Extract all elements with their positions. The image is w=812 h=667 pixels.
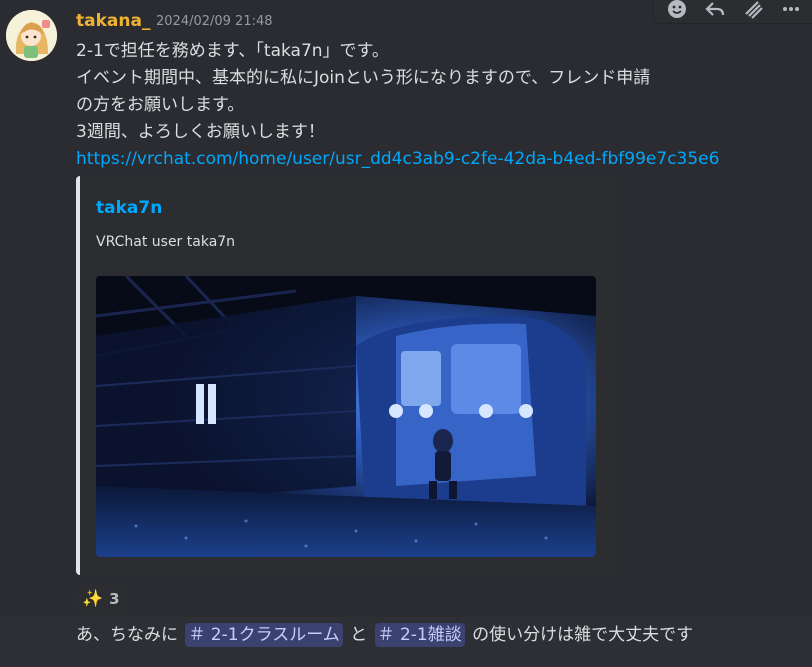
next-message-prefix: あ、ちなみに bbox=[76, 625, 178, 645]
message-line: 2-1で担任を務めます、「taka7n」です。 bbox=[76, 41, 389, 61]
avatar-image bbox=[6, 10, 57, 61]
next-message-middle: と bbox=[350, 625, 368, 645]
link-embed: taka7n VRChat user taka7n bbox=[76, 176, 616, 575]
embed-image[interactable] bbox=[96, 276, 596, 557]
message-timestamp: 2024/02/09 21:48 bbox=[156, 14, 273, 29]
embed-title[interactable]: taka7n bbox=[96, 198, 162, 218]
reaction-count: 3 bbox=[109, 590, 120, 608]
vrchat-world-screenshot bbox=[96, 276, 596, 557]
chat-view: takana_ 2024/02/09 21:48 2-1で担任を務めます、「ta… bbox=[0, 0, 812, 667]
forward-icon[interactable] bbox=[738, 0, 768, 22]
channel-mention-chat[interactable]: ＃ 2-1雑談 bbox=[374, 623, 465, 647]
reaction-pill[interactable]: ✨ 3 bbox=[76, 584, 128, 614]
message-toolbar bbox=[653, 0, 812, 24]
embed-description: VRChat user taka7n bbox=[96, 234, 236, 250]
next-message-content: あ、ちなみに ＃ 2-1クラスルーム と ＃ 2-1雑談 の使い分けは雑で大丈夫… bbox=[76, 620, 693, 650]
channel-mention-classroom[interactable]: ＃ 2-1クラスルーム bbox=[185, 623, 343, 647]
message-line: イベント期間中、基本的に私にJoinという形になりますので、フレンド申請 bbox=[76, 68, 651, 88]
add-reaction-icon[interactable] bbox=[662, 0, 692, 22]
sparkles-icon: ✨ bbox=[82, 589, 104, 609]
reply-icon[interactable] bbox=[700, 0, 730, 22]
more-icon[interactable] bbox=[776, 0, 806, 22]
next-message-suffix: の使い分けは雑で大丈夫です bbox=[472, 625, 694, 645]
profile-link[interactable]: https://vrchat.com/home/user/usr_dd4c3ab… bbox=[76, 146, 776, 173]
avatar[interactable] bbox=[6, 10, 57, 61]
message-line: 3週間、よろしくお願いします！ bbox=[76, 122, 325, 142]
message-line: の方をお願いします。 bbox=[76, 95, 245, 115]
author-name[interactable]: takana_ bbox=[76, 10, 150, 32]
message-content: 2-1で担任を務めます、「taka7n」です。 イベント期間中、基本的に私にJo… bbox=[76, 38, 776, 173]
